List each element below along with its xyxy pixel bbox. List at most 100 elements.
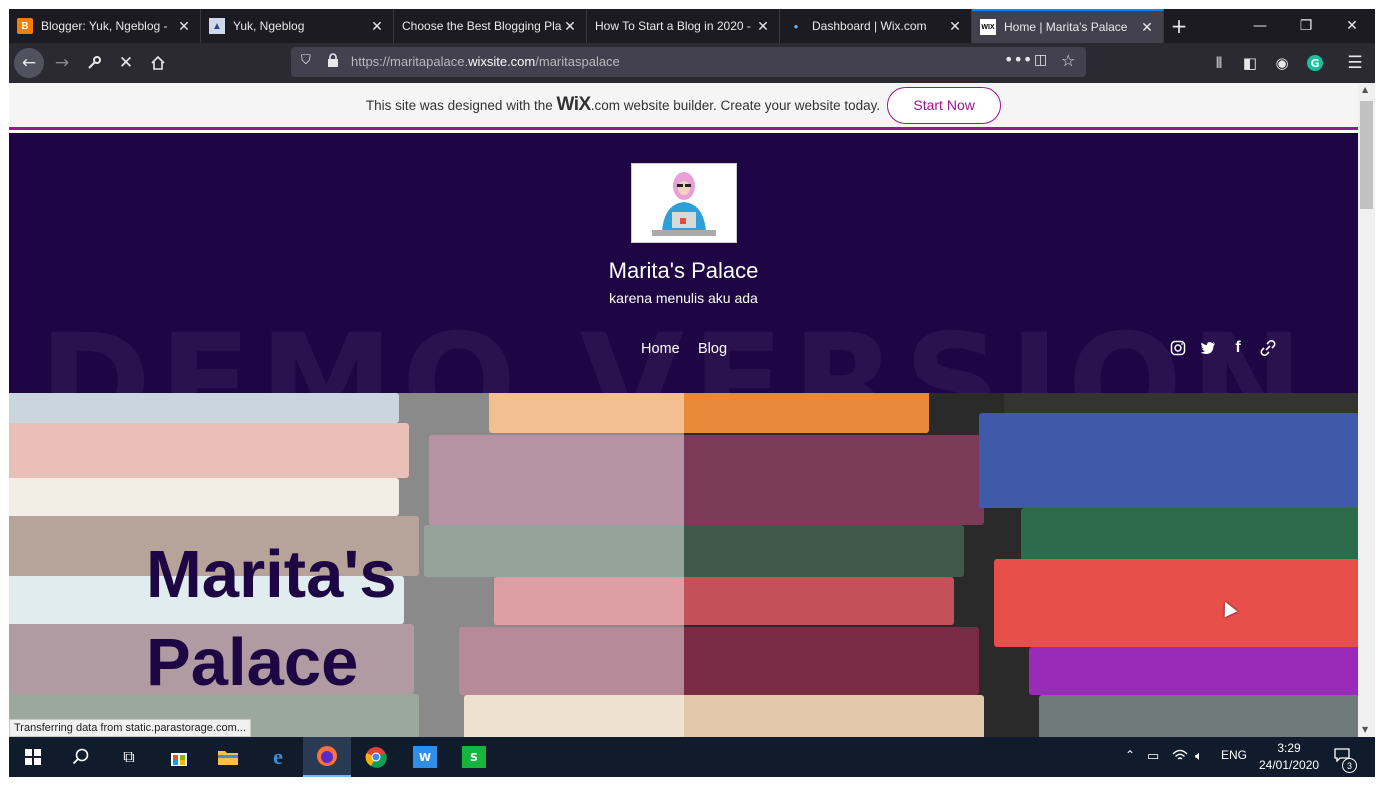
banner-text-after: .com website builder. Create your websit…: [590, 98, 881, 113]
scrollbar-thumb[interactable]: [1360, 101, 1373, 209]
menu-item-home[interactable]: Home: [641, 341, 680, 357]
volume-icon[interactable]: 🔈︎: [1195, 748, 1203, 764]
wix-logo: WiX: [556, 94, 591, 115]
book-image: [994, 559, 1358, 647]
loading-dot-icon: ●: [793, 21, 799, 31]
store-icon[interactable]: [155, 737, 203, 777]
book-image: [1039, 695, 1358, 737]
clock-time: 3:29: [1277, 741, 1301, 755]
notification-count-badge: 3: [1342, 758, 1357, 773]
firefox-icon[interactable]: [303, 737, 351, 777]
tab-how-to-start-blog[interactable]: How To Start a Blog in 2020 - ✕: [587, 9, 780, 43]
tab-home-maritas-palace[interactable]: WIX Home | Marita's Palace ✕: [972, 9, 1164, 43]
facebook-icon[interactable]: f: [1229, 339, 1247, 357]
hero-title: Marita's Palace: [146, 537, 397, 700]
tab-choose-best-blogging[interactable]: Choose the Best Blogging Pla ✕: [394, 9, 587, 43]
book-image: [1021, 508, 1358, 563]
close-icon[interactable]: ✕: [562, 18, 578, 35]
language-indicator[interactable]: ENG: [1221, 748, 1247, 762]
account-icon[interactable]: ◉: [1267, 48, 1297, 78]
taskbar-clock[interactable]: 3:29 24/01/2020: [1259, 740, 1319, 774]
site-tagline: karena menulis aku ada: [609, 290, 758, 306]
network-icon[interactable]: [1172, 748, 1188, 765]
task-view-icon[interactable]: ⧉: [105, 737, 153, 777]
new-tab-icon[interactable]: +: [1159, 9, 1199, 43]
wix-favicon-icon: WIX: [980, 19, 996, 35]
library-icon[interactable]: ⫴: [1204, 48, 1234, 78]
menu-item-blog[interactable]: Blog: [698, 341, 727, 357]
page-viewport: This site was designed with the WiX.com …: [9, 83, 1358, 737]
page-scrollbar[interactable]: ▲ ▼: [1358, 83, 1375, 737]
wix-banner: This site was designed with the WiX.com …: [9, 83, 1358, 130]
lock-icon[interactable]: [327, 53, 339, 70]
scroll-down-icon[interactable]: ▼: [1362, 725, 1368, 734]
url-path: /maritaspalace: [535, 54, 620, 69]
close-icon[interactable]: ✕: [755, 18, 771, 35]
grammarly-icon[interactable]: G: [1300, 48, 1330, 78]
search-icon[interactable]: [57, 737, 105, 777]
windows-taskbar: ⧉ e W S ⌃ ▭ 🔈︎ ENG 3:29 24/01/2020 3: [9, 737, 1375, 777]
scroll-up-icon[interactable]: ▲: [1362, 85, 1368, 94]
tray-chevron-up-icon[interactable]: ⌃: [1125, 748, 1135, 762]
tab-wix-dashboard[interactable]: ● Dashboard | Wix.com ✕: [780, 9, 972, 43]
browser-window: B Blogger: Yuk, Ngeblog - ✕ ▲ Yuk, Ngebl…: [9, 9, 1375, 777]
shield-icon[interactable]: ⛉: [301, 53, 311, 68]
site-favicon-icon: ▲: [209, 18, 225, 34]
minimize-icon[interactable]: —: [1237, 9, 1283, 43]
site-header: DEMO VERSION Marita's Palace karena menu…: [9, 133, 1358, 393]
menu-icon[interactable]: ☰: [1340, 48, 1370, 78]
tab-yuk-ngeblog[interactable]: ▲ Yuk, Ngeblog ✕: [201, 9, 394, 43]
pocket-icon[interactable]: ◫: [1034, 52, 1047, 68]
writer-app-icon[interactable]: W: [401, 737, 449, 777]
close-icon[interactable]: ✕: [176, 18, 192, 35]
banner-text: This site was designed with the WiX.com …: [366, 94, 880, 116]
book-image: [1029, 647, 1358, 695]
banner-text-before: This site was designed with the: [365, 98, 557, 113]
spreadsheet-app-icon[interactable]: S: [450, 737, 498, 777]
blogger-icon: B: [17, 18, 33, 34]
navigation-bar: ← → ✕ ⛉ https://maritapalace.wixsite.com…: [9, 43, 1375, 83]
site-title[interactable]: Marita's Palace: [9, 258, 1358, 284]
close-icon[interactable]: ✕: [369, 18, 385, 35]
tab-strip: B Blogger: Yuk, Ngeblog - ✕ ▲ Yuk, Ngebl…: [9, 9, 1375, 43]
tab-title: Home | Marita's Palace: [1004, 20, 1128, 34]
url-domain: wixsite.com: [468, 54, 536, 69]
forward-icon[interactable]: →: [47, 48, 77, 78]
hero-section: Marita's Palace: [9, 393, 1358, 737]
s-icon: S: [462, 746, 486, 768]
tab-title: Dashboard | Wix.com: [812, 19, 927, 33]
tab-title: How To Start a Blog in 2020 -: [595, 19, 751, 33]
start-now-button[interactable]: Start Now: [887, 86, 1002, 124]
site-logo[interactable]: [631, 163, 737, 243]
clock-date: 24/01/2020: [1259, 758, 1320, 772]
close-icon[interactable]: ✕: [1139, 19, 1155, 36]
file-explorer-icon[interactable]: [204, 737, 252, 777]
instagram-icon[interactable]: [1169, 339, 1187, 357]
window-close-icon[interactable]: ✕: [1329, 9, 1375, 43]
book-image: [1004, 393, 1358, 413]
edge-icon[interactable]: e: [254, 737, 302, 777]
twitter-icon[interactable]: [1199, 339, 1217, 357]
tab-title: Choose the Best Blogging Pla: [402, 19, 562, 33]
close-icon[interactable]: ✕: [947, 18, 963, 35]
bookmark-star-icon[interactable]: ☆: [1061, 51, 1075, 70]
sidebar-icon[interactable]: ◧: [1235, 48, 1265, 78]
book-image: [979, 413, 1358, 508]
status-bar: Transferring data from static.parastorag…: [9, 719, 251, 737]
stop-icon[interactable]: ✕: [111, 48, 141, 78]
w-icon: W: [413, 746, 437, 768]
tab-title: Blogger: Yuk, Ngeblog -: [41, 19, 168, 33]
link-icon[interactable]: [1259, 339, 1277, 357]
windows-start-icon[interactable]: [9, 737, 57, 777]
tab-blogger[interactable]: B Blogger: Yuk, Ngeblog - ✕: [9, 9, 201, 43]
url-prefix: https://maritapalace.: [351, 54, 469, 69]
back-icon[interactable]: ←: [14, 48, 44, 78]
home-icon[interactable]: [143, 48, 173, 78]
wrench-icon[interactable]: [79, 48, 109, 78]
url-text[interactable]: https://maritapalace.wixsite.com/maritas…: [351, 54, 620, 69]
address-bar[interactable]: ⛉ https://maritapalace.wixsite.com/marit…: [291, 47, 1086, 77]
battery-icon[interactable]: ▭: [1147, 748, 1159, 764]
restore-icon[interactable]: ❐: [1283, 9, 1329, 43]
more-actions-icon[interactable]: •••: [1004, 50, 1032, 69]
chrome-icon[interactable]: [352, 737, 400, 777]
